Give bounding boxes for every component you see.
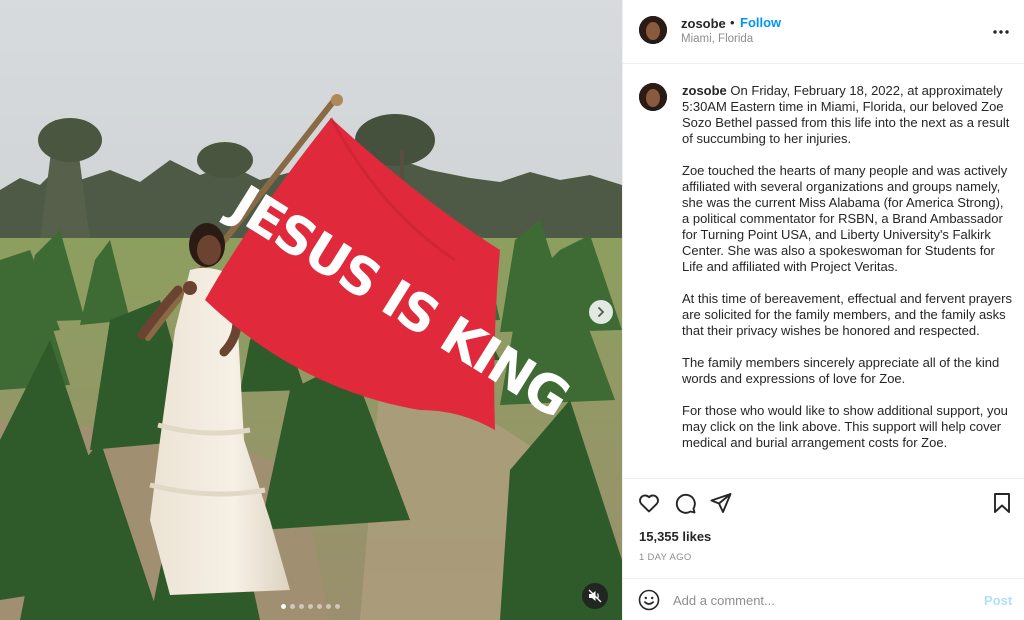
muted-speaker-icon [588,589,602,603]
mute-toggle-button[interactable] [582,583,608,609]
caption-section: zosobe On Friday, February 18, 2022, at … [623,65,1024,478]
caption-paragraph: For those who would like to show additio… [682,403,1008,450]
heart-icon[interactable] [637,491,661,515]
separator: • [730,15,735,30]
avatar[interactable] [639,16,667,44]
chevron-right-icon [598,307,605,317]
carousel-dot [335,604,340,609]
carousel-dot [281,604,286,609]
emoji-icon[interactable] [638,589,660,611]
post-caption: zosobe On Friday, February 18, 2022, at … [682,83,1012,467]
share-icon[interactable] [709,491,733,515]
post-media[interactable]: JESUS IS KING [0,0,622,620]
carousel-dot [317,604,322,609]
carousel-dot [326,604,331,609]
carousel-dot [290,604,295,609]
post-side-panel: zosobe • Follow Miami, Florida zosobe On… [622,0,1024,620]
carousel-indicator [281,604,340,609]
comment-icon[interactable] [673,491,697,515]
likes-count[interactable]: 15,355 likes [639,529,711,544]
carousel-dot [299,604,304,609]
post-header: zosobe • Follow Miami, Florida [623,0,1024,64]
post-actions: 15,355 likes 1 DAY AGO [623,478,1024,578]
post-author-username[interactable]: zosobe [681,16,726,31]
carousel-next-button[interactable] [589,300,613,324]
profile-photo [639,83,667,111]
post-comment-button[interactable]: Post [984,593,1012,608]
caption-paragraph: Zoe touched the hearts of many people an… [682,163,1008,274]
comment-bar: Post [623,578,1024,620]
caption-paragraph: zosobe On Friday, February 18, 2022, at … [682,83,1012,147]
caption-paragraph: The family members sincerely appreciate … [682,355,1000,386]
bookmark-icon[interactable] [990,491,1014,515]
comment-input[interactable] [673,589,963,611]
caption-text: On Friday, February 18, 2022, at approxi… [682,83,1010,146]
caption-username[interactable]: zosobe [682,83,727,98]
post-location[interactable]: Miami, Florida [681,33,753,45]
caption-paragraph: At this time of bereavement, effectual a… [682,291,1012,338]
profile-photo [639,16,667,44]
follow-button[interactable]: Follow [740,15,781,30]
carousel-dot [308,604,313,609]
post-timestamp[interactable]: 1 DAY AGO [639,552,692,563]
avatar[interactable] [639,83,667,111]
more-options-icon[interactable] [991,22,1011,42]
